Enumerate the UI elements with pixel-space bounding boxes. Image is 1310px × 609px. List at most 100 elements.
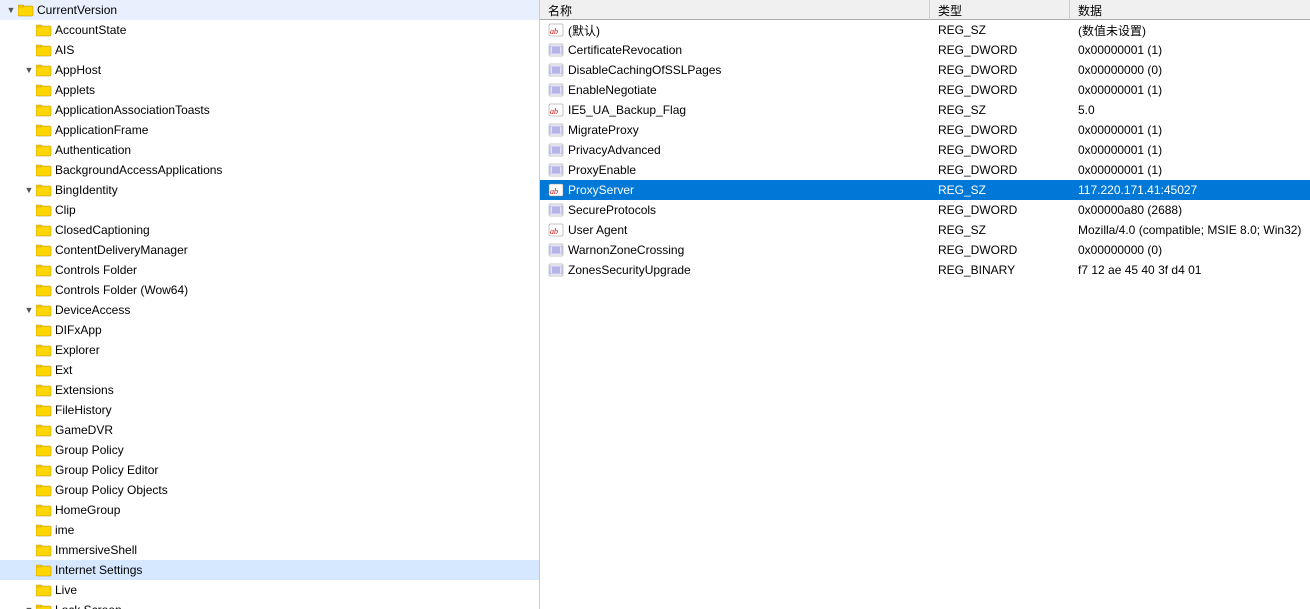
tree-label: Live: [55, 583, 77, 597]
registry-header-名称: 名称: [540, 0, 930, 20]
tree-item-applicationassociationtoasts[interactable]: ApplicationAssociationToasts: [0, 100, 539, 120]
tree-item-currentversion[interactable]: ▼ CurrentVersion: [0, 0, 539, 20]
expand-arrow[interactable]: ▼: [22, 302, 36, 318]
tree-item-live[interactable]: Live: [0, 580, 539, 600]
reg-row-warnonzone[interactable]: WarnonZoneCrossingREG_DWORD0x00000000 (0…: [540, 240, 1310, 260]
reg-row-certrevoc[interactable]: CertificateRevocationREG_DWORD0x00000001…: [540, 40, 1310, 60]
tree-item-grouppolicy[interactable]: Group Policy: [0, 440, 539, 460]
tree-item-ais[interactable]: AIS: [0, 40, 539, 60]
reg-type-cell: REG_DWORD: [930, 140, 1070, 160]
reg-type-cell: REG_DWORD: [930, 200, 1070, 220]
reg-name-text: ZonesSecurityUpgrade: [568, 263, 691, 277]
reg-row-zonesecurity[interactable]: ZonesSecurityUpgradeREG_BINARYf7 12 ae 4…: [540, 260, 1310, 280]
reg-row-default[interactable]: ab (默认)REG_SZ(数值未设置): [540, 20, 1310, 40]
tree-item-closedcaptioning[interactable]: ClosedCaptioning: [0, 220, 539, 240]
tree-item-immersiveshell[interactable]: ImmersiveShell: [0, 540, 539, 560]
reg-data-cell: 0x00000001 (1): [1070, 120, 1310, 140]
expand-arrow[interactable]: ▼: [22, 602, 36, 609]
tree-label: DeviceAccess: [55, 303, 130, 317]
reg-data-cell: 0x00000a80 (2688): [1070, 200, 1310, 220]
expand-arrow[interactable]: ▼: [4, 2, 18, 18]
reg-type-cell: REG_DWORD: [930, 60, 1070, 80]
tree-label: Controls Folder: [55, 263, 137, 277]
tree-item-grouppolicyeditor[interactable]: Group Policy Editor: [0, 460, 539, 480]
reg-data-cell: (数值未设置): [1070, 20, 1310, 40]
folder-icon: [36, 283, 52, 297]
reg-value-icon: [548, 262, 564, 278]
reg-row-migrateproxy[interactable]: MigrateProxyREG_DWORD0x00000001 (1): [540, 120, 1310, 140]
tree-item-deviceaccess[interactable]: ▼ DeviceAccess: [0, 300, 539, 320]
tree-label: AppHost: [55, 63, 101, 77]
folder-icon: [36, 423, 52, 437]
folder-icon: [36, 143, 52, 157]
registry-values-panel: 名称类型数据 ab (默认)REG_SZ(数值未设置) CertificateR…: [540, 0, 1310, 609]
tree-label: GameDVR: [55, 423, 113, 437]
reg-data-cell: 0x00000000 (0): [1070, 60, 1310, 80]
tree-label: HomeGroup: [55, 503, 120, 517]
reg-data-cell: 0x00000001 (1): [1070, 40, 1310, 60]
tree-item-applicationframe[interactable]: ApplicationFrame: [0, 120, 539, 140]
tree-item-internetsettings[interactable]: Internet Settings: [0, 560, 539, 580]
reg-name-text: ProxyEnable: [568, 163, 636, 177]
tree-label: Lock Screen: [55, 603, 122, 609]
reg-value-icon: ab: [548, 22, 564, 38]
tree-item-controlsfolder[interactable]: Controls Folder: [0, 260, 539, 280]
folder-icon: [36, 603, 52, 609]
tree-item-controlsfolderwow64[interactable]: Controls Folder (Wow64): [0, 280, 539, 300]
reg-name-cell: WarnonZoneCrossing: [540, 240, 930, 260]
reg-row-privacyadvanced[interactable]: PrivacyAdvancedREG_DWORD0x00000001 (1): [540, 140, 1310, 160]
tree-item-lockscreen[interactable]: ▼ Lock Screen: [0, 600, 539, 609]
reg-name-text: CertificateRevocation: [568, 43, 682, 57]
folder-icon: [36, 243, 52, 257]
reg-name-text: SecureProtocols: [568, 203, 656, 217]
tree-item-filehistory[interactable]: FileHistory: [0, 400, 539, 420]
tree-item-contentdeliverymanager[interactable]: ContentDeliveryManager: [0, 240, 539, 260]
tree-container[interactable]: ▼ CurrentVersion AccountState AIS▼ AppHo…: [0, 0, 539, 609]
reg-row-proxyenable[interactable]: ProxyEnableREG_DWORD0x00000001 (1): [540, 160, 1310, 180]
reg-name-cell: ab User Agent: [540, 220, 930, 240]
tree-item-bingidentity[interactable]: ▼ BingIdentity: [0, 180, 539, 200]
reg-row-secureprotocols[interactable]: SecureProtocols REG_DWORD0x00000a80 (2688…: [540, 200, 1310, 220]
reg-value-icon: [548, 122, 564, 138]
tree-label: ime: [55, 523, 74, 537]
tree-item-accountstate[interactable]: AccountState: [0, 20, 539, 40]
tree-item-clip[interactable]: Clip: [0, 200, 539, 220]
folder-icon: [36, 323, 52, 337]
tree-item-gamedvr[interactable]: GameDVR: [0, 420, 539, 440]
folder-icon: [36, 543, 52, 557]
tree-label: FileHistory: [55, 403, 112, 417]
folder-icon: [36, 363, 52, 377]
tree-item-grouppolicyobjects[interactable]: Group Policy Objects: [0, 480, 539, 500]
folder-icon: [36, 103, 52, 117]
tree-item-applets[interactable]: Applets: [0, 80, 539, 100]
tree-label: Group Policy Objects: [55, 483, 168, 497]
tree-label: ImmersiveShell: [55, 543, 137, 557]
reg-row-enablenegotiate[interactable]: EnableNegotiateREG_DWORD0x00000001 (1): [540, 80, 1310, 100]
reg-name-text: PrivacyAdvanced: [568, 143, 661, 157]
expand-arrow[interactable]: ▼: [22, 62, 36, 78]
tree-item-homegroup[interactable]: HomeGroup: [0, 500, 539, 520]
tree-item-apphost[interactable]: ▼ AppHost: [0, 60, 539, 80]
tree-item-ime[interactable]: ime: [0, 520, 539, 540]
reg-value-icon: ab: [548, 182, 564, 198]
tree-item-explorer[interactable]: Explorer: [0, 340, 539, 360]
expand-arrow[interactable]: ▼: [22, 182, 36, 198]
tree-item-backgroundaccessapplications[interactable]: BackgroundAccessApplications: [0, 160, 539, 180]
reg-value-icon: ab: [548, 222, 564, 238]
tree-item-extensions[interactable]: Extensions: [0, 380, 539, 400]
reg-row-useragent[interactable]: ab User AgentREG_SZMozilla/4.0 (compatib…: [540, 220, 1310, 240]
tree-item-difxapp[interactable]: DIFxApp: [0, 320, 539, 340]
reg-data-cell: 0x00000001 (1): [1070, 80, 1310, 100]
reg-row-ie5backup[interactable]: ab IE5_UA_Backup_FlagREG_SZ5.0: [540, 100, 1310, 120]
tree-label: AccountState: [55, 23, 126, 37]
folder-icon: [36, 303, 52, 317]
reg-row-proxyserver[interactable]: ab ProxyServerREG_SZ117.220.171.41:45027: [540, 180, 1310, 200]
registry-scroll[interactable]: ab (默认)REG_SZ(数值未设置) CertificateRevocati…: [540, 20, 1310, 609]
reg-name-cell: SecureProtocols: [540, 200, 930, 220]
reg-data-cell: 117.220.171.41:45027: [1070, 180, 1310, 200]
tree-item-ext[interactable]: Ext: [0, 360, 539, 380]
reg-name-cell: ab (默认): [540, 20, 930, 40]
tree-item-authentication[interactable]: Authentication: [0, 140, 539, 160]
reg-row-disablecaching[interactable]: DisableCachingOfSSLPagesREG_DWORD0x00000…: [540, 60, 1310, 80]
folder-icon: [18, 3, 34, 17]
